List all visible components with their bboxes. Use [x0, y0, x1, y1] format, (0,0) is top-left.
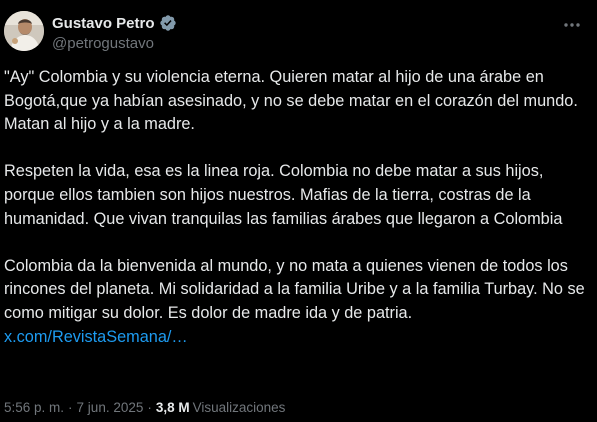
- views-count: 3,8 M: [155, 400, 190, 415]
- tweet-text: "Ay" Colombia y su violencia eterna. Qui…: [4, 66, 589, 349]
- tweet-paragraph-last: Colombia da la bienvenida al mundo, y no…: [4, 255, 589, 349]
- tweet-link[interactable]: x.com/RevistaSemana/…: [4, 328, 188, 346]
- tweet-card: Gustavo Petro @petrogustavo "Ay" Colombi…: [0, 0, 597, 422]
- author-info: Gustavo Petro @petrogustavo: [52, 14, 177, 52]
- name-row: Gustavo Petro: [52, 14, 177, 32]
- more-options-icon[interactable]: [561, 14, 583, 36]
- tweet-paragraph: Respeten la vida, esa es la linea roja. …: [4, 162, 563, 228]
- tweet-paragraph: "Ay" Colombia y su violencia eterna. Qui…: [4, 68, 578, 134]
- verified-badge-icon[interactable]: [159, 14, 177, 32]
- meta-separator: ·: [68, 400, 73, 415]
- tweet-header: Gustavo Petro @petrogustavo: [4, 10, 589, 60]
- views-label: Visualizaciones: [192, 400, 286, 415]
- avatar[interactable]: [4, 11, 44, 51]
- tweet-time[interactable]: 5:56 p. m.: [4, 400, 64, 415]
- author-display-name[interactable]: Gustavo Petro: [52, 15, 155, 32]
- avatar-image: [4, 11, 44, 51]
- author-handle[interactable]: @petrogustavo: [52, 35, 177, 52]
- tweet-meta: 5:56 p. m. · 7 jun. 2025 · 3,8 M Visuali…: [4, 400, 285, 415]
- meta-separator: ·: [147, 400, 152, 415]
- tweet-paragraph-text: Colombia da la bienvenida al mundo, y no…: [4, 256, 585, 322]
- tweet-date[interactable]: 7 jun. 2025: [77, 400, 144, 415]
